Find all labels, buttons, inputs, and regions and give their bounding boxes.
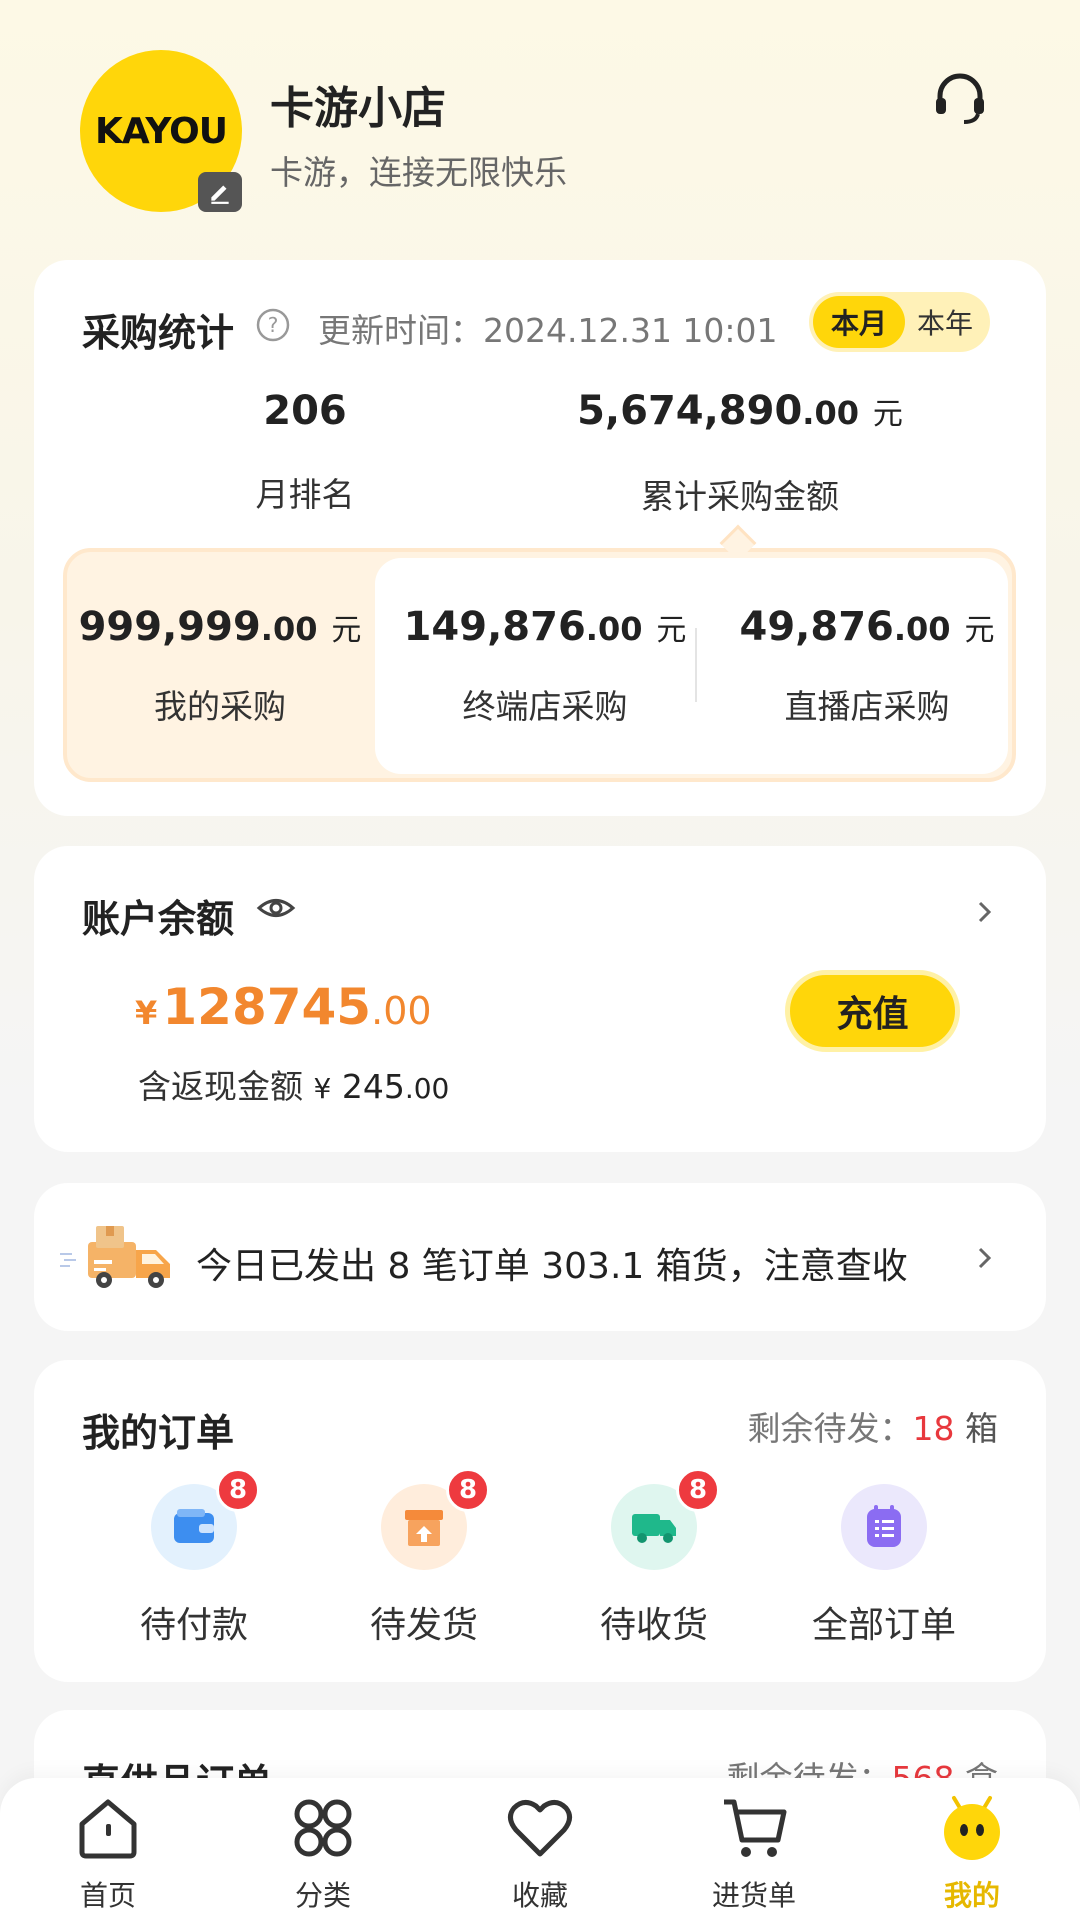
tab-home-label: 首页 xyxy=(79,1879,136,1912)
svg-text:?: ? xyxy=(268,313,279,337)
divider xyxy=(695,628,697,702)
rebate-amount: 含返现金额 ¥ 245.00 xyxy=(138,1067,450,1106)
order-pending-payment-label: 待付款 xyxy=(139,1605,248,1646)
live-purchase-label: 直播店采购 xyxy=(784,687,950,726)
tab-favorites[interactable]: 收藏 xyxy=(460,1790,620,1912)
tab-mine[interactable]: 我的 xyxy=(892,1790,1052,1912)
update-time: 更新时间：2024.12.31 10:01 xyxy=(318,311,778,350)
tab-cart[interactable]: 进货单 xyxy=(674,1790,834,1912)
shipping-notice-text: 今日已发出 8 笔订单 303.1 箱货，注意查收 xyxy=(196,1246,908,1287)
balance-amount: ¥ 128745.00 xyxy=(135,978,432,1036)
category-icon xyxy=(294,1799,352,1857)
edit-avatar-button[interactable] xyxy=(198,172,242,212)
tab-mine-label: 我的 xyxy=(943,1879,1000,1912)
list-icon xyxy=(841,1484,927,1570)
remaining-to-ship: 剩余待发：18 箱 xyxy=(747,1409,999,1448)
chevron-right-icon[interactable] xyxy=(974,1243,996,1273)
shop-name: 卡游小店 xyxy=(270,83,446,134)
period-toggle[interactable]: 本月 本年 xyxy=(809,292,990,352)
tab-category[interactable]: 分类 xyxy=(243,1790,403,1912)
order-count-badge: 8 xyxy=(216,1468,260,1512)
my-orders-title: 我的订单 xyxy=(82,1411,235,1455)
tab-home[interactable]: 首页 xyxy=(28,1790,188,1912)
order-count-badge: 8 xyxy=(446,1468,490,1512)
total-purchase-value: 5,674,890.00 元 xyxy=(577,388,903,434)
period-month-tab[interactable]: 本月 xyxy=(813,296,905,348)
mascot-icon xyxy=(944,1796,1000,1860)
order-pending-shipment[interactable]: 8 待发货 xyxy=(314,1468,534,1646)
tab-cart-label: 进货单 xyxy=(711,1879,796,1912)
heart-icon xyxy=(508,1800,572,1857)
live-purchase-value: 49,876.00 元 xyxy=(739,604,995,650)
recharge-button[interactable]: 充值 xyxy=(785,970,960,1052)
order-pending-shipment-label: 待发货 xyxy=(369,1605,478,1646)
order-pending-receipt[interactable]: 8 待收货 xyxy=(544,1468,764,1646)
shop-slogan: 卡游，连接无限快乐 xyxy=(270,153,567,192)
my-purchase-label: 我的采购 xyxy=(154,687,286,726)
chevron-right-icon[interactable] xyxy=(974,897,996,927)
eye-icon[interactable] xyxy=(256,892,296,924)
cart-icon xyxy=(724,1799,787,1857)
home-icon xyxy=(79,1799,137,1859)
kayou-logo: KAYOU xyxy=(95,110,228,152)
order-all[interactable]: 全部订单 xyxy=(774,1484,994,1646)
delivery-truck-icon xyxy=(60,1226,170,1288)
monthly-rank-label: 月排名 xyxy=(255,475,355,514)
order-count-badge: 8 xyxy=(676,1468,720,1512)
customer-service-icon[interactable] xyxy=(930,68,990,128)
store-purchase-panel xyxy=(375,558,1008,774)
terminal-purchase-label: 终端店采购 xyxy=(462,687,628,726)
monthly-rank-value: 206 xyxy=(263,388,347,434)
tab-category-label: 分类 xyxy=(294,1879,351,1912)
total-purchase-label: 累计采购金额 xyxy=(641,477,839,516)
order-all-label: 全部订单 xyxy=(811,1605,956,1646)
pencil-icon xyxy=(211,185,229,204)
my-purchase-value: 999,999.00 元 xyxy=(78,604,362,650)
account-balance-title: 账户余额 xyxy=(82,897,235,941)
terminal-purchase-value: 149,876.00 元 xyxy=(403,604,687,650)
order-pending-receipt-label: 待收货 xyxy=(599,1605,708,1646)
order-pending-payment[interactable]: 8 待付款 xyxy=(84,1468,304,1646)
purchase-stats-title: 采购统计 xyxy=(82,311,235,355)
help-icon[interactable]: ? xyxy=(255,307,291,343)
tab-favorites-label: 收藏 xyxy=(511,1879,568,1912)
period-year-tab[interactable]: 本年 xyxy=(905,296,985,348)
